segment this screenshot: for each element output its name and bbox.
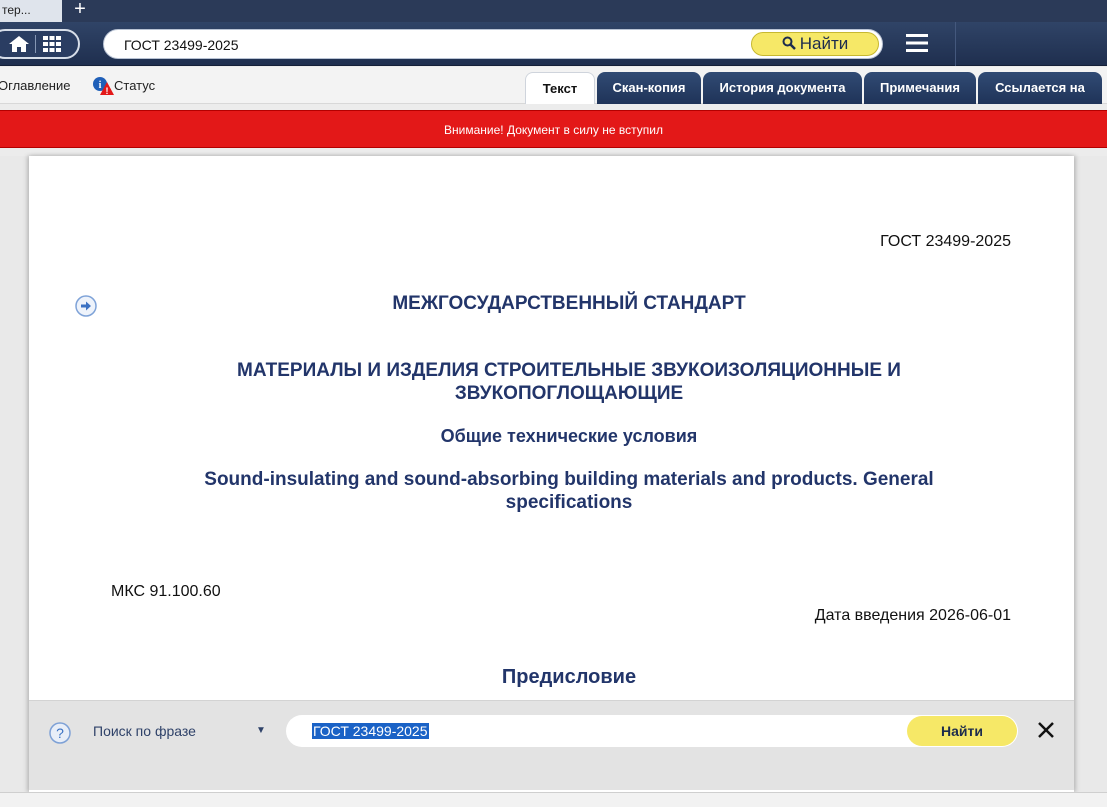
phrase-search-selected-text: ГОСТ 23499-2025 <box>312 723 429 739</box>
phrase-find-button[interactable]: Найти <box>907 716 1017 746</box>
svg-text:i: i <box>99 80 102 91</box>
document-page: ГОСТ 23499-2025 МЕЖГОСУДАРСТВЕННЫЙ СТАНД… <box>29 156 1074 792</box>
status-link[interactable]: Статус <box>114 78 155 93</box>
toolbar-separator <box>35 35 36 53</box>
toolbar-divider <box>955 22 956 66</box>
help-icon[interactable]: ? <box>48 721 72 745</box>
heading-general-conditions: Общие технические условия <box>440 426 698 446</box>
heading-english-title: Sound-insulating and sound-absorbing bui… <box>29 468 1107 514</box>
home-icon[interactable] <box>8 35 30 53</box>
tab-references[interactable]: Ссылается на <box>978 72 1102 104</box>
heading-interstate-standard: МЕЖГОСУДАРСТВЕННЫЙ СТАНДАРТ <box>392 293 746 314</box>
main-find-button[interactable]: Найти <box>751 32 879 56</box>
find-panel: ? Поиск по фразе ▼ ГОСТ 23499-2025 Найти <box>29 700 1074 790</box>
document-number: ГОСТ 23499-2025 <box>880 233 1011 250</box>
main-find-label: Найти <box>799 34 849 53</box>
bottom-status-strip <box>0 792 1107 807</box>
close-icon[interactable] <box>1036 720 1056 740</box>
chevron-down-icon[interactable]: ▼ <box>256 725 266 736</box>
tab-document-history[interactable]: История документа <box>703 72 862 104</box>
heading-title: МАТЕРИАЛЫ И ИЗДЕЛИЯ СТРОИТЕЛЬНЫЕ ЗВУКОИЗ… <box>29 359 1107 405</box>
section-title-foreword: Предисловие <box>501 666 637 688</box>
browser-tab[interactable]: тер... <box>0 0 62 22</box>
tab-scan-copy[interactable]: Скан-копия <box>597 72 701 104</box>
heading-english-line1: Sound-insulating and sound-absorbing bui… <box>204 469 934 490</box>
document-subbar: Оглавление i ! Статус Текст Скан-копия И… <box>0 67 1107 104</box>
document-area[interactable]: ГОСТ 23499-2025 МЕЖГОСУДАРСТВЕННЫЙ СТАНД… <box>0 156 1107 792</box>
heading-title-line1: МАТЕРИАЛЫ И ИЗДЕЛИЯ СТРОИТЕЛЬНЫЕ ЗВУКОИЗ… <box>237 360 901 381</box>
heading-title-line2: ЗВУКОПОГЛОЩАЮЩИЕ <box>454 383 684 404</box>
warning-text: Внимание! Документ в силу не вступил <box>444 123 663 137</box>
menu-icon[interactable] <box>905 32 929 54</box>
contents-link[interactable]: Оглавление <box>0 78 70 93</box>
introduction-date: Дата введения 2026-06-01 <box>814 607 1011 624</box>
svg-text:!: ! <box>106 86 109 96</box>
heading-english-line2: specifications <box>505 492 633 513</box>
svg-text:?: ? <box>56 725 64 741</box>
main-search-box: Найти <box>103 29 883 59</box>
browser-tab-strip: тер... + <box>0 0 1107 22</box>
status-warning-icon: i ! <box>93 77 114 96</box>
grid-icon[interactable] <box>42 35 62 53</box>
search-icon <box>782 36 796 50</box>
search-mode-select[interactable]: Поиск по фразе <box>93 723 196 739</box>
home-grid-group <box>0 29 80 59</box>
main-search-input[interactable] <box>122 35 742 54</box>
main-toolbar: Найти <box>0 22 1107 66</box>
warning-banner: Внимание! Документ в силу не вступил <box>0 110 1107 148</box>
new-tab-button[interactable]: + <box>69 0 91 20</box>
mks-code: МКС 91.100.60 <box>111 583 221 600</box>
tab-text[interactable]: Текст <box>525 72 595 104</box>
tab-notes[interactable]: Примечания <box>864 72 976 104</box>
